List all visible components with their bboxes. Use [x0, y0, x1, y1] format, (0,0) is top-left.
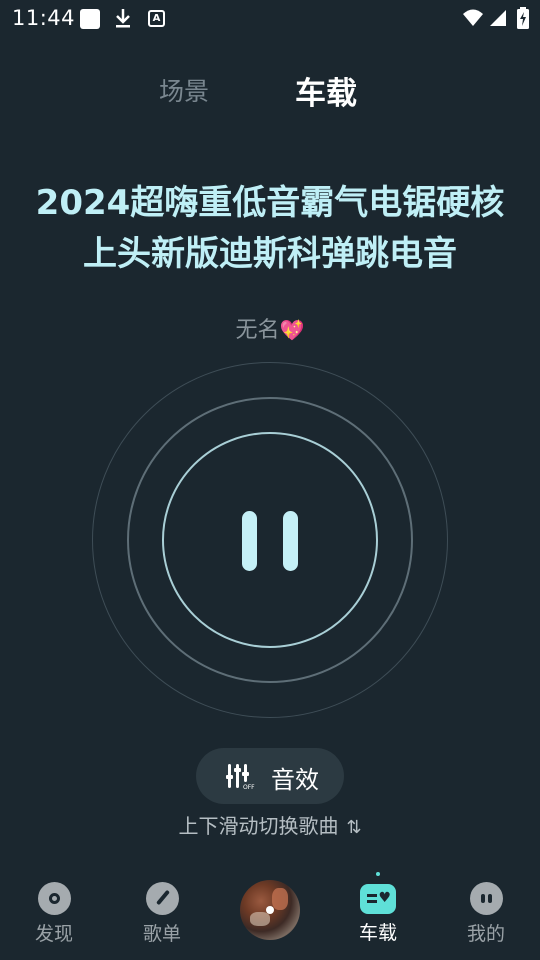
nav-mine[interactable]: 我的 — [446, 882, 526, 946]
nav-car-label: 车载 — [358, 922, 397, 944]
profile-face-icon — [469, 882, 503, 915]
download-icon — [113, 7, 133, 33]
swipe-hint-text: 上下滑动切换歌曲 — [178, 814, 339, 838]
sound-effect-button[interactable]: OFF 音效 — [196, 748, 344, 804]
notification-square-icon — [80, 9, 100, 29]
artist-label: 无名 — [235, 318, 280, 343]
swipe-hint: 上下滑动切换歌曲 ⇅ — [0, 810, 540, 839]
swap-vertical-icon: ⇅ — [346, 817, 362, 838]
equalizer-off-icon: OFF — [226, 762, 258, 794]
battery-icon — [517, 7, 529, 33]
nav-discover[interactable]: 发现 — [14, 882, 94, 946]
nav-car[interactable]: ♥ 车载 — [338, 882, 418, 945]
record-needle-icon — [145, 882, 179, 915]
tab-scene[interactable]: 场景 — [159, 72, 209, 108]
top-tabs: 场景 车载 — [0, 66, 540, 113]
car-mode-icon: ♥ — [360, 884, 396, 914]
nav-playlist[interactable]: 歌单 — [122, 882, 202, 946]
pause-icon[interactable] — [242, 511, 257, 571]
song-title-line1: 2024超嗨重低音霸气电锯硬核 — [35, 183, 505, 223]
disc-icon — [37, 882, 71, 915]
now-playing-album-art[interactable] — [240, 880, 300, 940]
tab-car[interactable]: 车载 — [295, 68, 357, 113]
song-title-line2: 上头新版迪斯科弹跳电音 — [83, 234, 457, 274]
status-bar: 11:44 A — [0, 0, 540, 38]
song-title: 2024超嗨重低音霸气电锯硬核 上头新版迪斯科弹跳电音 — [0, 178, 540, 280]
signal-icon — [488, 8, 508, 32]
pause-icon-bar-right[interactable] — [283, 511, 298, 571]
active-indicator-dot — [376, 872, 380, 876]
heart-icon: 💖 — [279, 318, 305, 342]
sound-effect-label: 音效 — [271, 766, 319, 794]
status-time: 11:44 — [12, 6, 76, 30]
artist-name[interactable]: 无名💖 — [0, 312, 540, 344]
nav-discover-label: 发现 — [34, 923, 73, 945]
nav-playlist-label: 歌单 — [142, 923, 181, 945]
svg-text:OFF: OFF — [243, 784, 255, 790]
a-icon: A — [148, 10, 165, 27]
wifi-icon — [462, 8, 484, 32]
pause-button[interactable] — [162, 432, 378, 648]
nav-mine-label: 我的 — [466, 923, 505, 945]
